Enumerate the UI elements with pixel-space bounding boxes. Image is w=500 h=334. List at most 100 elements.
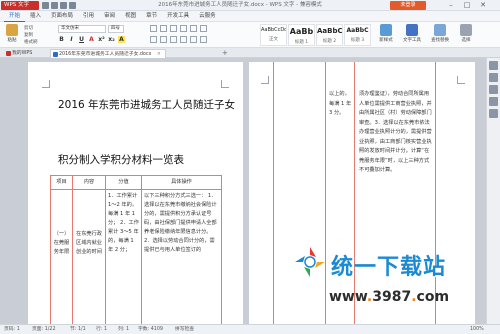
style-heading-3[interactable]: AaBbC 标题 3 [344, 24, 371, 46]
table-cell: 在东莞行政区域内就业创业的时间 [72, 189, 106, 324]
menu-tab-view[interactable]: 视图 [120, 11, 141, 22]
table-border [273, 62, 274, 324]
window-title: 2016年东莞市进城务工人员随迁子女.docx - WPS 文字 - 兼容模式 [158, 2, 322, 8]
menu-tab-page-layout[interactable]: 页面布局 [46, 11, 78, 22]
italic-button[interactable]: I [68, 36, 75, 43]
bold-button[interactable]: B [58, 36, 65, 43]
font-name-select[interactable]: 华文仿宋 [58, 25, 106, 33]
bullets-icon[interactable] [150, 25, 157, 32]
text-tools-label: 文字工具 [403, 38, 421, 43]
undo-icon[interactable] [60, 2, 67, 9]
copy-button[interactable]: 复制 [24, 32, 33, 38]
save-icon[interactable] [42, 2, 49, 9]
find-replace-label: 查找替换 [431, 38, 449, 43]
menu-tab-review[interactable]: 审阅 [99, 11, 120, 22]
close-tab-icon[interactable]: × [157, 52, 161, 57]
borders-icon[interactable] [200, 36, 207, 43]
paste-button[interactable]: 粘贴 [3, 24, 21, 46]
margin-marker [42, 80, 50, 88]
menu-tab-developer[interactable]: 开发工具 [162, 11, 194, 22]
app-menu-button[interactable]: WPS 文字 [1, 1, 39, 10]
menu-tab-home[interactable]: 开始 [4, 11, 26, 22]
spell-check-button[interactable]: 拼写检查 [175, 325, 194, 334]
new-style-label: 新样式 [379, 38, 393, 43]
tab-label: 我的WPS [12, 51, 33, 56]
select-icon [460, 24, 472, 36]
style-label: 标题 2 [322, 39, 337, 44]
maximize-button[interactable]: □ [460, 0, 474, 11]
quick-access-toolbar [42, 2, 76, 9]
style-label: 标题 3 [350, 38, 365, 43]
table-header-cell: 具体操作 [141, 175, 222, 190]
menu-tab-insert[interactable]: 插入 [25, 11, 46, 22]
table-header-cell: 项目 [50, 175, 73, 190]
align-center-icon[interactable] [160, 36, 167, 43]
table-header-row: 项目 内容 分值 具体操作 [50, 175, 222, 190]
site-brand: 统一下载站 [331, 255, 447, 280]
status-words: 字数: 4109 [138, 327, 163, 332]
title-bar: WPS 文字 2016年东莞市进城务工人员随迁子女.docx - WPS 文字 … [0, 0, 500, 11]
cut-button[interactable]: 剪切 [24, 25, 33, 31]
tab-label: 2016年东莞市进城务工人员随迁子女.docx [59, 52, 152, 57]
line-spacing-icon[interactable] [190, 25, 197, 32]
find-replace-button[interactable]: 查找替换 [428, 24, 452, 46]
new-style-button[interactable]: 新样式 [375, 24, 397, 46]
font-color-button[interactable]: A [88, 36, 95, 43]
url-suffix: com [416, 289, 450, 305]
margin-marker [457, 76, 465, 84]
select-label: 选择 [461, 38, 471, 43]
select-button[interactable]: 选择 [456, 24, 476, 46]
document-title: 2016 年东莞市进城务工人员随迁子女 [58, 99, 236, 111]
table-header-cell: 内容 [72, 175, 106, 190]
sidebar-icon-style[interactable] [489, 61, 498, 70]
style-normal[interactable]: AaBbCcDd 正文 [260, 24, 287, 46]
print-icon[interactable] [51, 2, 58, 9]
style-heading-1[interactable]: AaBb 标题 1 [288, 24, 315, 46]
menu-tab-section[interactable]: 章节 [141, 11, 162, 22]
indent-decrease-icon[interactable] [170, 25, 177, 32]
sort-icon[interactable] [200, 25, 207, 32]
numbering-icon[interactable] [160, 25, 167, 32]
justify-icon[interactable] [180, 36, 187, 43]
right-sidebar [486, 58, 500, 324]
minimize-button[interactable]: – [444, 0, 458, 11]
document-page-1[interactable]: 2016 年东莞市进城务工人员随迁子女 积分制入学积分材料一览表 项目 内容 分… [28, 62, 243, 324]
redo-icon[interactable] [69, 2, 76, 9]
status-section: 节: 1/1 [70, 327, 86, 332]
style-heading-2[interactable]: AaBbC 标题 2 [316, 24, 343, 46]
align-left-icon[interactable] [150, 36, 157, 43]
subscript-button[interactable]: x₂ [108, 36, 115, 43]
font-format-buttons: B I U A x² x₂ A [58, 36, 125, 43]
sidebar-icon-attribute[interactable] [489, 85, 498, 94]
status-page-num: 页码: 1 [4, 327, 20, 332]
menu-tab-cloud[interactable]: 云服务 [194, 11, 221, 22]
login-button[interactable]: 未登录 [390, 1, 426, 10]
tab-my-wps[interactable]: 我的WPS [4, 49, 36, 58]
tab-document[interactable]: 2016年东莞市进城务工人员随迁子女.docx × [50, 49, 166, 58]
style-label: 正文 [269, 37, 278, 42]
table-cell: 须办理鉴证），劳动合同所属用人单位需提供工商营业执照，并由所属社区（村）劳动保障… [359, 91, 432, 173]
site-url: www.3987.com [329, 289, 449, 305]
indent-increase-icon[interactable] [180, 25, 187, 32]
distributed-icon[interactable] [190, 36, 197, 43]
superscript-button[interactable]: x² [98, 36, 105, 43]
font-size-select[interactable]: 四号 [108, 25, 124, 33]
paragraph-buttons [150, 25, 207, 32]
url-mid: 3987 [372, 289, 412, 305]
ribbon-tabs: 开始 插入 页面布局 引用 审阅 视图 章节 开发工具 云服务 [0, 11, 500, 22]
underline-button[interactable]: U [78, 36, 85, 43]
align-right-icon[interactable] [170, 36, 177, 43]
new-tab-button[interactable]: + [222, 49, 228, 57]
document-tab-bar: 我的WPS 2016年东莞市进城务工人员随迁子女.docx × + [0, 48, 500, 58]
sidebar-icon-select[interactable] [489, 73, 498, 82]
highlight-button[interactable]: A [118, 36, 125, 43]
text-tools-button[interactable]: 文字工具 [400, 24, 424, 46]
format-painter-button[interactable]: 格式刷 [24, 39, 38, 45]
sidebar-icon-backup[interactable] [489, 109, 498, 118]
margin-marker [221, 80, 229, 88]
zoom-level[interactable]: 100% [470, 325, 484, 334]
sidebar-icon-share[interactable] [489, 97, 498, 106]
close-button[interactable]: ✕ [476, 0, 490, 11]
status-col: 列: 1 [118, 327, 129, 332]
menu-tab-references[interactable]: 引用 [78, 11, 99, 22]
